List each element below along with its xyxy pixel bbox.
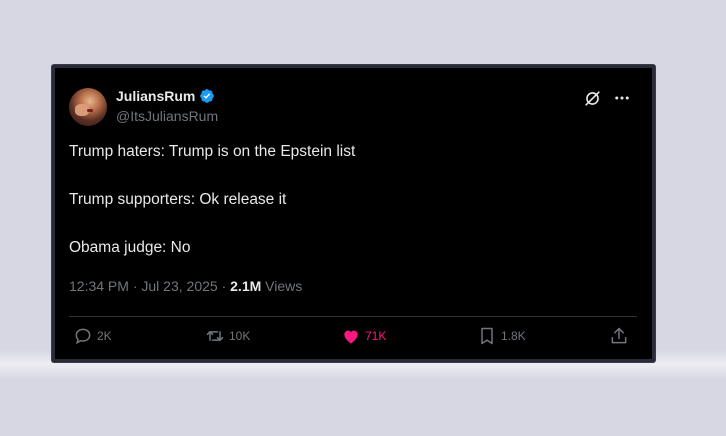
tweet-line: Trump supporters: Ok release it	[69, 191, 287, 208]
share-icon	[611, 327, 627, 344]
tweet-line: Obama judge: No	[69, 239, 191, 256]
tweet-time[interactable]: 12:34 PM	[69, 278, 129, 294]
reply-count: 2K	[97, 329, 112, 343]
retweet-icon	[206, 331, 224, 341]
views-count[interactable]: 2.1M	[230, 278, 261, 294]
tweet-text: Trump haters: Trump is on the Epstein li…	[69, 142, 639, 286]
bookmark-count: 1.8K	[501, 329, 526, 343]
tweet-line: Trump haters: Trump is on the Epstein li…	[69, 143, 356, 160]
verified-badge-icon	[199, 88, 215, 104]
reply-button[interactable]: 2K	[73, 326, 112, 346]
more-icon[interactable]	[612, 88, 632, 108]
like-count: 71K	[365, 329, 387, 343]
reply-icon	[75, 328, 91, 345]
tweet-meta: 12:34 PM · Jul 23, 2025 · 2.1M Views	[69, 278, 302, 294]
views-label: Views	[265, 278, 303, 294]
grok-icon[interactable]	[582, 88, 602, 108]
heart-icon	[344, 330, 358, 344]
tweet-card[interactable]: JuliansRum @ItsJuliansRum Trump haters: …	[52, 65, 655, 362]
top-right-controls	[582, 88, 632, 108]
bookmark-button[interactable]: 1.8K	[477, 326, 526, 346]
retweet-count: 10K	[229, 329, 251, 343]
meta-separator: ·	[132, 278, 138, 294]
meta-separator: ·	[221, 278, 227, 294]
author-name-row: JuliansRum	[116, 88, 215, 104]
display-name[interactable]: JuliansRum	[116, 88, 195, 104]
like-button[interactable]: 71K	[341, 326, 386, 346]
tweet-date[interactable]: Jul 23, 2025	[141, 278, 217, 294]
avatar[interactable]	[69, 88, 107, 126]
share-button[interactable]	[609, 326, 629, 346]
avatar-mouth	[87, 109, 93, 112]
bookmark-icon	[481, 327, 493, 345]
handle[interactable]: @ItsJuliansRum	[116, 108, 218, 124]
action-bar: 2K 10K 71K 1.8K	[69, 326, 637, 352]
retweet-button[interactable]: 10K	[205, 326, 250, 346]
divider	[69, 316, 637, 317]
